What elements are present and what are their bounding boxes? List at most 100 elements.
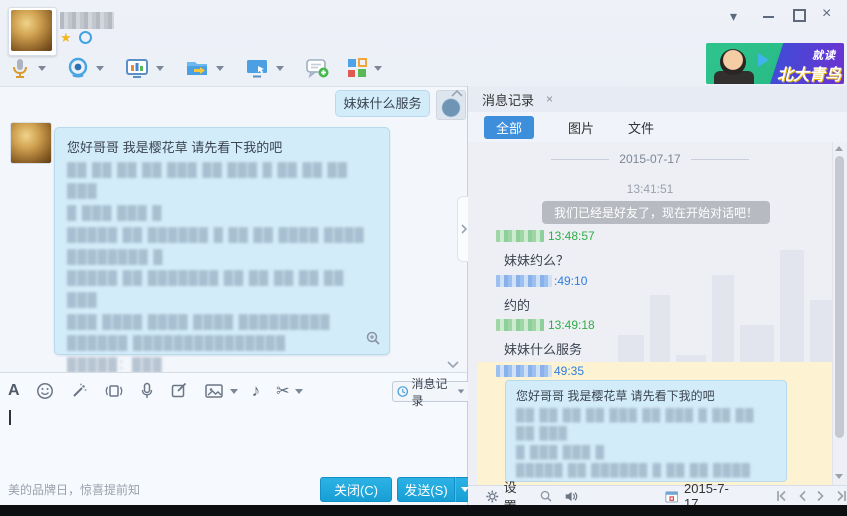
history-filterbar: 全部 图片 文件: [468, 112, 847, 142]
titlebar-menu-caret-icon[interactable]: ▾: [730, 9, 737, 23]
history-row-header: 49:35: [496, 364, 584, 378]
composer-toolbar: A ♪ ✂: [8, 381, 304, 401]
history-message: 妹妹约么？: [504, 253, 570, 268]
message-time: 13:48:57: [548, 229, 595, 243]
search-icon[interactable]: [540, 489, 553, 504]
create-group-chat-icon[interactable]: [304, 56, 330, 80]
chevron-right-icon: [460, 224, 467, 234]
qzone-badge-icon[interactable]: [79, 31, 92, 44]
promo-text[interactable]: 美的品牌日，惊喜提前知: [8, 481, 140, 498]
quoted-line-redacted: █ ███ ███ █: [516, 444, 606, 459]
handwriting-icon[interactable]: [170, 382, 188, 400]
zoom-in-icon[interactable]: [366, 331, 381, 346]
font-style-icon[interactable]: A: [8, 382, 20, 400]
desktop-taskbar-edge: [0, 505, 847, 516]
ad-person-face: [720, 49, 746, 75]
send-button-group: 发送(S): [397, 477, 475, 502]
sender-name-censored: [496, 230, 544, 242]
history-message: 约的: [504, 298, 531, 313]
video-call-caret-icon[interactable]: [96, 65, 104, 71]
ad-triangle-icon: [758, 53, 769, 67]
close-chat-button[interactable]: 关闭(C): [320, 477, 392, 502]
screenshot-demo-icon[interactable]: [124, 56, 150, 80]
tab-message-history[interactable]: 消息记录: [468, 90, 540, 109]
send-file-icon[interactable]: [184, 56, 210, 80]
history-statusbar: 设置 2015-7-17: [468, 480, 847, 514]
voice-call-caret-icon[interactable]: [38, 65, 46, 71]
screenshot-caret-icon[interactable]: [156, 65, 164, 71]
main-toolbar: [8, 56, 382, 80]
video-call-icon[interactable]: [66, 56, 90, 80]
message-history-button[interactable]: 消息记录: [392, 377, 470, 408]
emoticon-icon[interactable]: [36, 382, 54, 400]
send-button[interactable]: 发送(S): [397, 477, 455, 502]
next-page-icon[interactable]: [816, 490, 826, 502]
scroll-up-icon[interactable]: [835, 146, 843, 151]
clock-icon: [397, 386, 409, 397]
scissors-caret-icon[interactable]: [295, 388, 304, 394]
history-content[interactable]: 2015-07-17 13:41:51 我们已经是好友了，现在开始对话吧！ 13…: [468, 142, 847, 485]
received-message-bubble: 您好哥哥 我是樱花草 请先看下我的吧 ██ ██ ██ ██ ███ ██ ██…: [54, 127, 390, 394]
quoted-line-redacted: ██ ██ ██ ██ ███ ██ ███ █ ██ ██ ██ ███: [516, 407, 755, 441]
quoted-line: 您好哥哥 我是樱花草 请先看下我的吧: [516, 389, 715, 403]
sender-name-censored: [496, 319, 544, 331]
date-divider: 2015-07-17: [468, 152, 832, 166]
scrollbar-thumb[interactable]: [835, 156, 844, 438]
audio-message-icon[interactable]: [140, 382, 154, 400]
maximize-button[interactable]: [793, 9, 806, 22]
user-avatar-image: [11, 10, 52, 51]
remote-desktop-icon[interactable]: [244, 56, 270, 80]
sender-name-censored: [496, 365, 552, 377]
prev-page-icon[interactable]: [797, 490, 807, 502]
first-page-icon[interactable]: [776, 490, 788, 502]
close-button[interactable]: ×: [822, 6, 831, 22]
ad-banner[interactable]: 就读 北大青鸟: [706, 43, 844, 84]
message-time: 13:49:18: [548, 318, 595, 332]
speaker-icon[interactable]: [564, 489, 578, 504]
chevron-down-icon[interactable]: [446, 360, 460, 370]
magic-expression-icon[interactable]: [70, 382, 88, 400]
send-image-caret-icon[interactable]: [229, 388, 238, 394]
message-line-redacted: ████████ █: [67, 248, 164, 264]
message-line-redacted: █ ███ ███ █: [67, 205, 163, 221]
message-line: 您好哥哥 我是樱花草 请先看下我的吧: [67, 140, 283, 155]
system-message: 我们已经是好友了，现在开始对话吧！: [542, 201, 771, 224]
voice-call-icon[interactable]: [8, 56, 32, 80]
star-badge-icon: ★: [60, 30, 72, 45]
tab-close-icon[interactable]: ×: [540, 92, 559, 106]
sent-message-bubble: 妹妹什么服务: [335, 90, 430, 117]
screenshot-scissors-icon[interactable]: ✂: [276, 381, 289, 401]
message-time: 49:35: [554, 364, 585, 378]
peer-avatar[interactable]: [10, 122, 52, 164]
message-line-redacted: ███ ████ ████ ████ █████████: [67, 313, 331, 329]
scroll-down-icon[interactable]: [835, 474, 843, 479]
message-time: :49:10: [554, 274, 588, 288]
ad-brand: 北大青鸟: [776, 67, 841, 84]
filter-images[interactable]: 图片: [568, 118, 594, 137]
message-line-redacted: ██████ ███████████████: [67, 335, 287, 351]
send-image-icon[interactable]: [204, 382, 224, 400]
settings-gear-icon[interactable]: [486, 489, 499, 504]
window-shake-icon[interactable]: [104, 382, 124, 400]
highlighted-result: 49:35 您好哥哥 我是樱花草 请先看下我的吧 ██ ██ ██ ██ ███…: [478, 362, 832, 485]
calendar-icon[interactable]: [664, 489, 678, 504]
last-page-icon[interactable]: [835, 490, 847, 502]
quoted-message-bubble: 您好哥哥 我是樱花草 请先看下我的吧 ██ ██ ██ ██ ███ ██ ██…: [505, 380, 787, 482]
app-box-caret-icon[interactable]: [374, 65, 382, 71]
chevron-up-icon[interactable]: [450, 88, 464, 98]
user-avatar[interactable]: [8, 7, 57, 56]
sender-name-censored: [496, 275, 552, 287]
history-row-header: 13:48:57: [496, 229, 595, 243]
app-box-icon[interactable]: [346, 57, 368, 79]
music-icon[interactable]: ♪: [252, 381, 261, 401]
first-timestamp: 13:41:51: [626, 182, 674, 196]
filter-files[interactable]: 文件: [628, 118, 654, 137]
remote-desktop-caret-icon[interactable]: [276, 65, 284, 71]
filter-all[interactable]: 全部: [484, 115, 535, 139]
history-row-header: 13:49:18: [496, 318, 595, 332]
username-censored: [60, 12, 114, 29]
message-input[interactable]: [6, 404, 461, 466]
send-file-caret-icon[interactable]: [216, 65, 224, 71]
minimize-button[interactable]: [763, 16, 774, 18]
message-line-redacted: █████ ██ ██████ █ ██ ██ ████ ████: [67, 226, 365, 242]
